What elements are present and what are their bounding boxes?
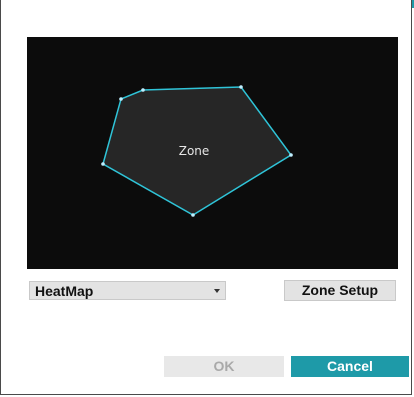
mode-select[interactable]: HeatMap bbox=[29, 281, 226, 300]
zone-vertex[interactable] bbox=[141, 88, 145, 92]
chevron-down-icon bbox=[214, 289, 220, 293]
mode-select-value: HeatMap bbox=[35, 283, 94, 299]
zone-vertex[interactable] bbox=[119, 97, 123, 101]
zone-overlay bbox=[101, 85, 293, 217]
zone-vertex[interactable] bbox=[289, 153, 293, 157]
zone-setup-button[interactable]: Zone Setup bbox=[284, 280, 396, 301]
cancel-button[interactable]: Cancel bbox=[291, 356, 409, 377]
zone-vertex[interactable] bbox=[239, 85, 243, 89]
ok-button[interactable]: OK bbox=[164, 356, 284, 377]
zone-label: Zone bbox=[178, 144, 210, 158]
heatmap-dialog: Zone HeatMap Zone Setup OK Cancel bbox=[0, 0, 412, 395]
camera-preview: Zone bbox=[27, 37, 398, 269]
zone-vertex[interactable] bbox=[101, 162, 105, 166]
zone-vertex[interactable] bbox=[191, 213, 195, 217]
